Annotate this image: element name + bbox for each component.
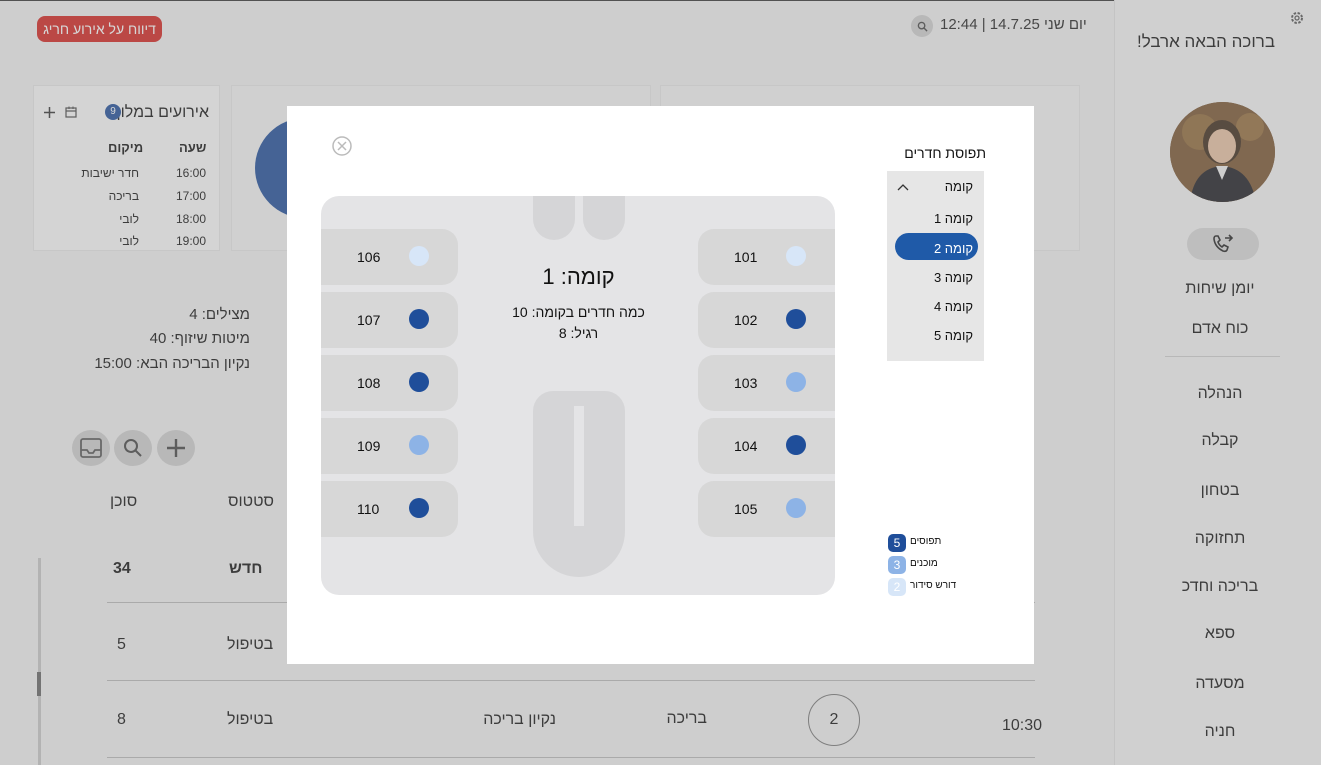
legend-label: מוכנים xyxy=(910,558,938,569)
floor-regular-count: רגיל: 8 xyxy=(558,325,599,341)
floor-dropdown-label: קומה xyxy=(944,179,973,194)
room-status-dot xyxy=(786,372,806,392)
room-occupancy-modal: תפוסת חדרים קומה קומה 1 קומה 2 קומה 3 קו… xyxy=(287,106,1034,664)
room-tile[interactable]: 108 xyxy=(321,355,458,411)
floor-dropdown[interactable]: קומה קומה 1 קומה 2 קומה 3 קומה 4 קומה 5 xyxy=(887,171,984,361)
legend-count: 2 xyxy=(888,578,906,596)
room-number: 104 xyxy=(734,438,758,454)
floor-option[interactable]: קומה 5 xyxy=(934,328,973,343)
room-number: 105 xyxy=(734,501,758,517)
room-tile[interactable]: 102 xyxy=(698,292,835,348)
modal-title: תפוסת חדרים xyxy=(904,145,986,161)
floor-name: קומה: 1 xyxy=(542,264,615,289)
shaft-divider xyxy=(574,406,584,526)
legend-label: דורש סידור xyxy=(910,580,957,591)
legend-count: 3 xyxy=(888,556,906,574)
room-tile[interactable]: 106 xyxy=(321,229,458,285)
room-tile[interactable]: 105 xyxy=(698,481,835,537)
room-status-dot xyxy=(786,309,806,329)
room-tile[interactable]: 103 xyxy=(698,355,835,411)
room-number: 102 xyxy=(734,312,758,328)
floor-option[interactable]: קומה 3 xyxy=(934,270,973,285)
room-status-dot xyxy=(409,309,429,329)
room-number: 110 xyxy=(357,501,380,517)
room-status-dot xyxy=(786,498,806,518)
floor-core: קומה: 1 כמה חדרים בקומה: 10 רגיל: 8 xyxy=(468,196,689,577)
room-number: 101 xyxy=(734,249,758,265)
room-number: 103 xyxy=(734,375,758,391)
room-status-dot xyxy=(409,246,429,266)
core-shape xyxy=(583,196,625,240)
core-shape xyxy=(533,196,575,240)
room-status-dot xyxy=(409,372,429,392)
room-status-dot xyxy=(409,498,429,518)
room-number: 108 xyxy=(357,375,381,391)
room-number: 106 xyxy=(357,249,381,265)
room-number: 109 xyxy=(357,438,381,454)
room-status-dot xyxy=(786,246,806,266)
room-tile[interactable]: 107 xyxy=(321,292,458,348)
room-number: 107 xyxy=(357,312,381,328)
legend-count: 5 xyxy=(888,534,906,552)
room-tile[interactable]: 104 xyxy=(698,418,835,474)
floor-option[interactable]: קומה 4 xyxy=(934,299,973,314)
floor-option[interactable]: קומה 1 xyxy=(934,211,973,226)
room-tile[interactable]: 109 xyxy=(321,418,458,474)
room-status-dot xyxy=(409,435,429,455)
legend-label: תפוסים xyxy=(910,536,942,547)
room-status-dot xyxy=(786,435,806,455)
close-icon[interactable] xyxy=(332,136,352,156)
chevron-up-icon[interactable] xyxy=(897,183,909,191)
floor-room-count: כמה חדרים בקומה: 10 xyxy=(512,304,645,320)
room-tile[interactable]: 101 xyxy=(698,229,835,285)
room-tile[interactable]: 110 xyxy=(321,481,458,537)
floor-option-selected[interactable]: קומה 2 xyxy=(934,241,973,256)
